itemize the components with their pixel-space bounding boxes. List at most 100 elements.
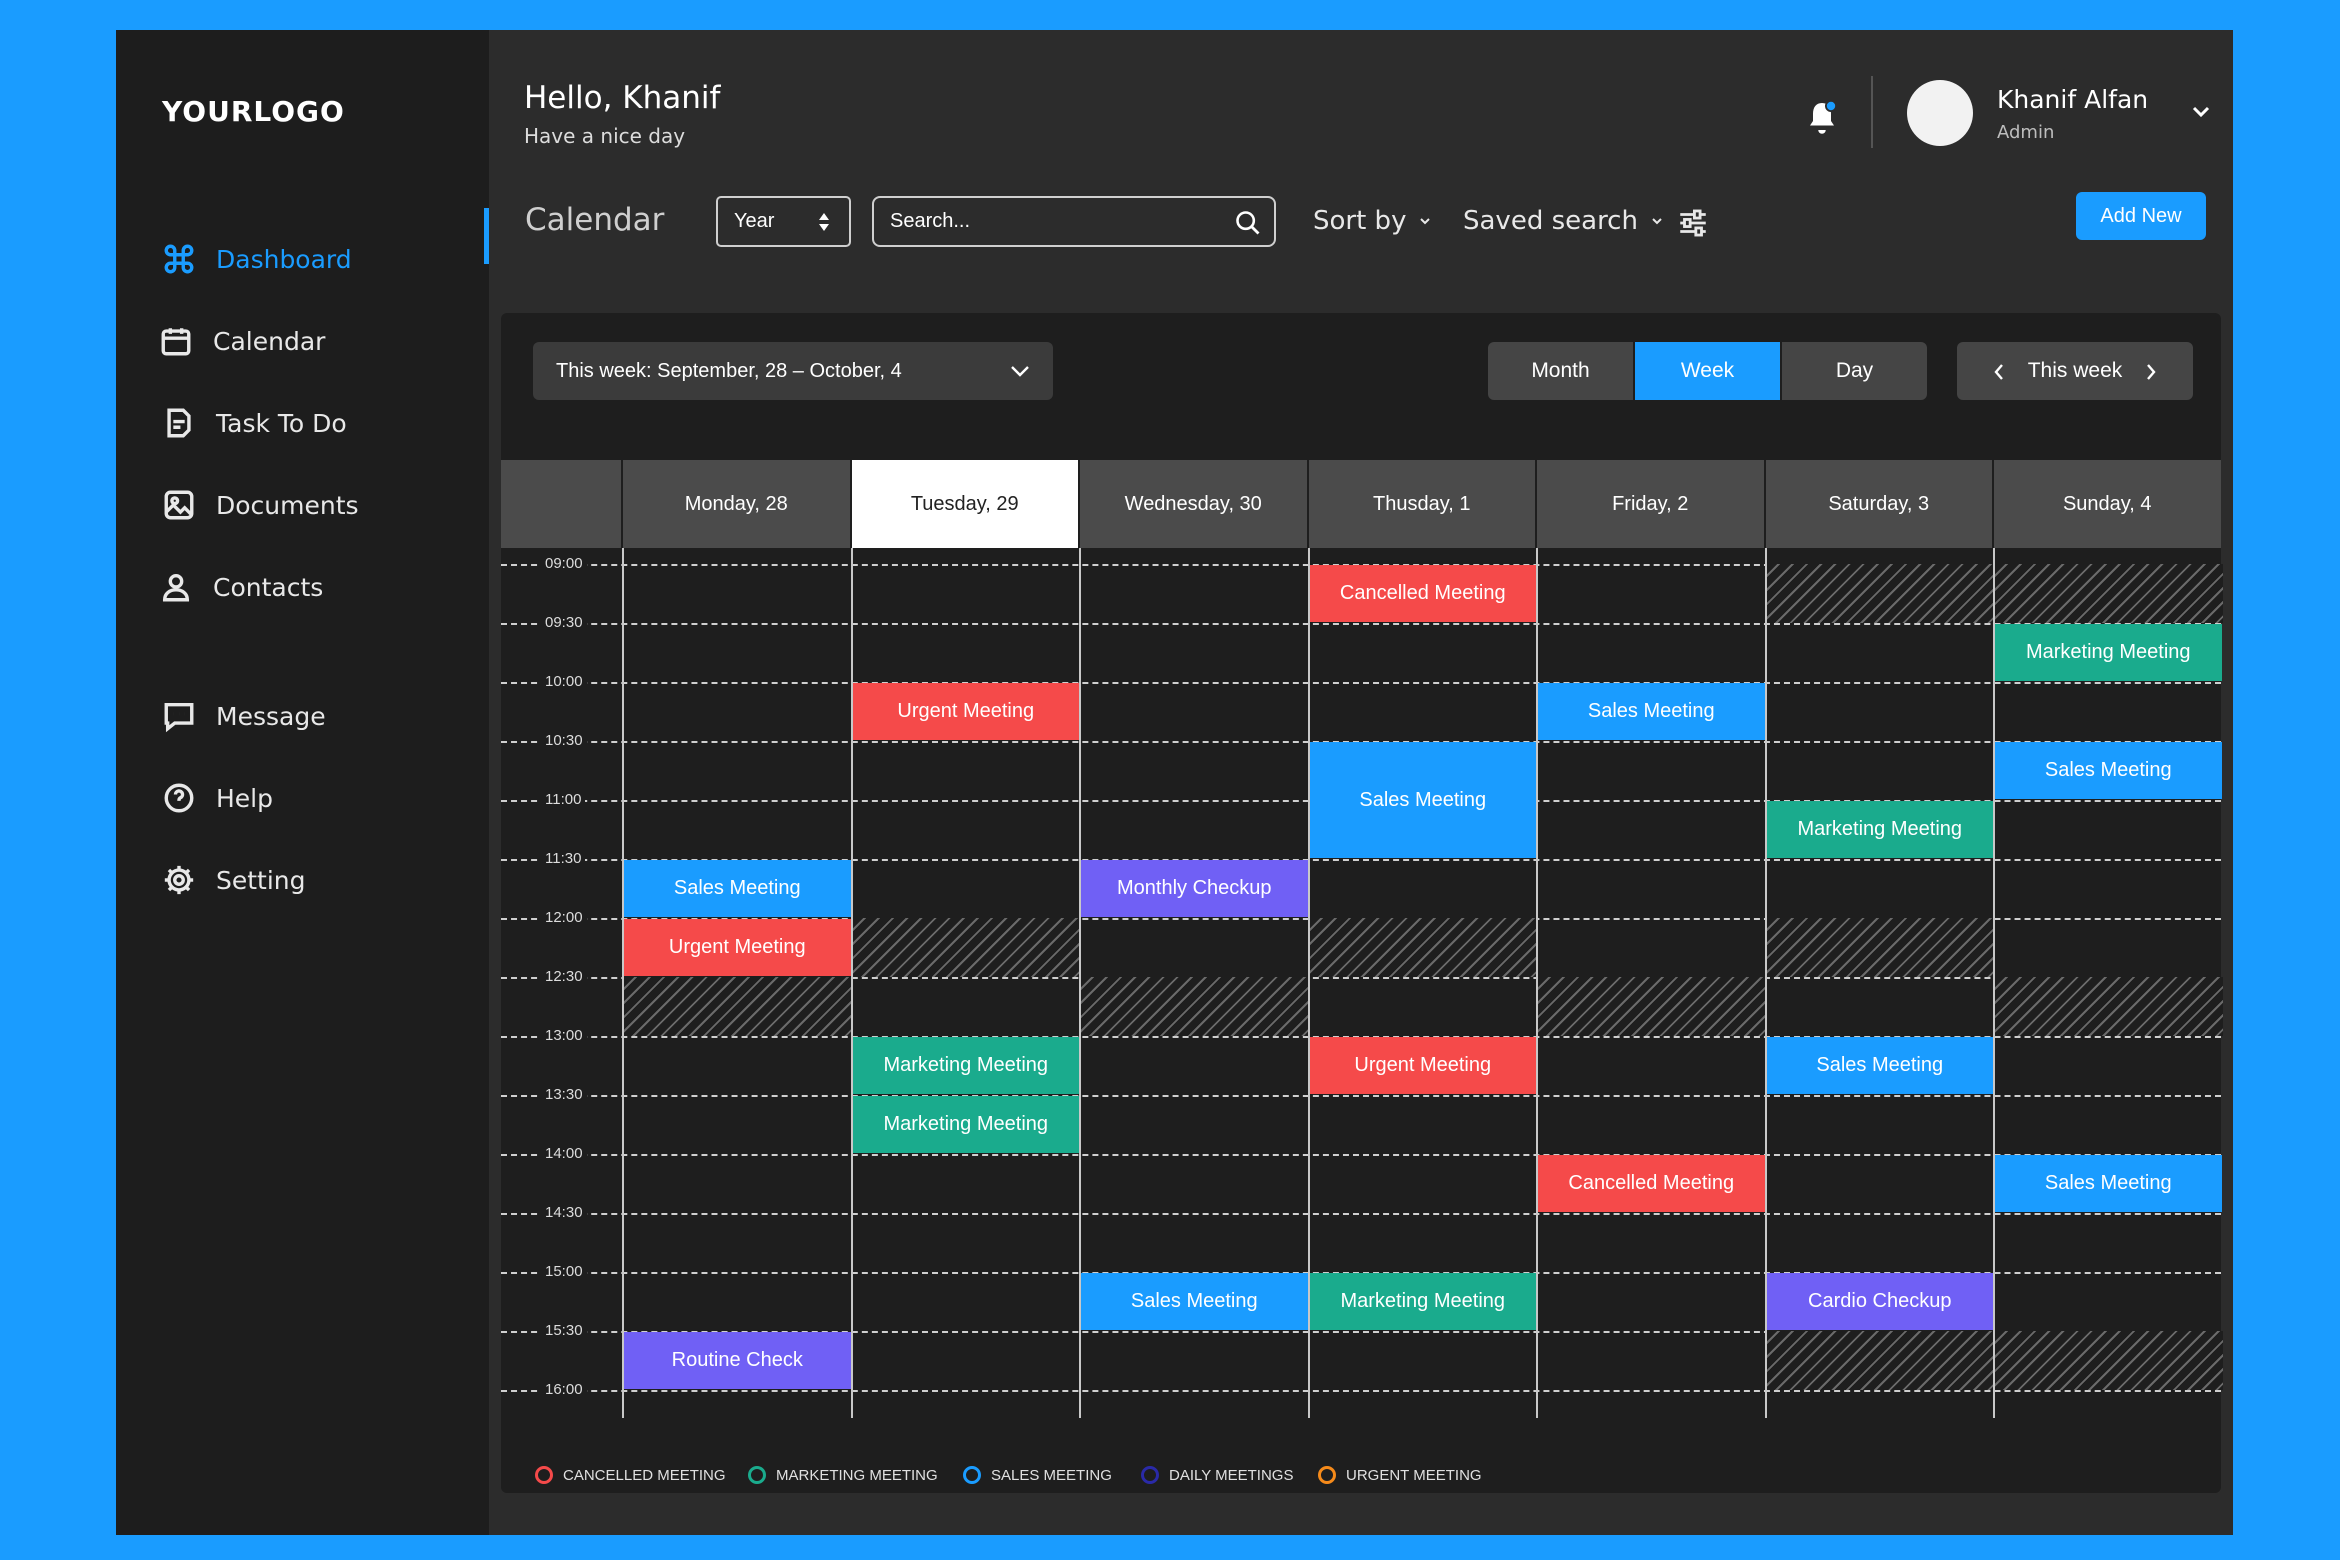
blocked-slot: [1994, 1331, 2223, 1390]
blocked-slot: [1308, 918, 1537, 977]
event-cancelled[interactable]: Cancelled Meeting: [1538, 1155, 1765, 1212]
time-label: 14:30: [541, 1204, 587, 1221]
day-header[interactable]: Thusday, 1: [1308, 460, 1535, 548]
event-sales[interactable]: Sales Meeting: [1538, 683, 1765, 740]
blocked-slot: [1080, 977, 1309, 1036]
legend-dot-icon: [963, 1466, 981, 1484]
time-label: 11:30: [541, 850, 586, 867]
event-sales[interactable]: Sales Meeting: [1309, 742, 1536, 858]
blocked-slot: [1994, 564, 2223, 623]
time-label: 15:30: [541, 1322, 587, 1339]
legend-label: URGENT MEETING: [1346, 1466, 1482, 1484]
time-gridline: [501, 623, 2221, 625]
user-name: Khanif Alfan: [1997, 85, 2149, 114]
day-divider: [1536, 548, 1538, 1418]
chevron-left-icon[interactable]: [1993, 362, 2005, 382]
chevron-right-icon[interactable]: [2145, 362, 2157, 382]
calendar-icon: [161, 328, 191, 356]
event-checkup[interactable]: Monthly Checkup: [1081, 860, 1308, 917]
sidebar-item-setting[interactable]: Setting: [162, 863, 306, 897]
time-gridline: [501, 1095, 2221, 1097]
blocked-slot: [1765, 1331, 1994, 1390]
blocked-slot: [623, 977, 852, 1036]
legend-item: DAILY MEETINGS: [1141, 1466, 1293, 1484]
day-header[interactable]: Tuesday, 29: [851, 460, 1078, 548]
legend-item: CANCELLED MEETING: [535, 1466, 726, 1484]
event-sales[interactable]: Sales Meeting: [1766, 1037, 1993, 1094]
saved-search-dropdown[interactable]: Saved search: [1463, 206, 1664, 236]
event-checkup[interactable]: Routine Check: [624, 1332, 851, 1389]
event-sales[interactable]: Sales Meeting: [1995, 1155, 2222, 1212]
gear-icon: [164, 865, 194, 895]
day-divider: [850, 548, 853, 1418]
search-input[interactable]: Search...: [872, 196, 1276, 247]
greeting: Hello, Khanif: [524, 80, 721, 116]
bell-icon[interactable]: [1804, 98, 1840, 138]
day-header[interactable]: Wednesday, 30: [1080, 460, 1307, 548]
day-header[interactable]: Friday, 2: [1537, 460, 1764, 548]
event-marketing[interactable]: Marketing Meeting: [1766, 801, 1993, 858]
event-sales[interactable]: Sales Meeting: [1995, 742, 2222, 799]
event-cancelled[interactable]: Cancelled Meeting: [1309, 565, 1536, 622]
event-urgent[interactable]: Urgent Meeting: [1309, 1037, 1536, 1094]
time-gridline: [501, 1213, 2221, 1215]
time-label: 12:30: [541, 968, 587, 985]
sort-arrows-icon: [819, 213, 829, 231]
range-select[interactable]: Year: [716, 196, 851, 247]
sidebar-item-calendar[interactable]: Calendar: [159, 324, 325, 358]
time-gridline: [501, 682, 2221, 684]
command-icon: [164, 244, 194, 274]
sidebar-item-contacts[interactable]: Contacts: [159, 570, 323, 604]
event-urgent[interactable]: Urgent Meeting: [852, 683, 1079, 740]
time-label: 09:30: [541, 614, 587, 631]
sidebar-item-label: Task To Do: [216, 408, 347, 438]
avatar[interactable]: [1907, 80, 1973, 146]
sidebar-item-label: Calendar: [213, 326, 326, 356]
event-sales[interactable]: Sales Meeting: [624, 860, 851, 917]
time-label: 09:00: [541, 555, 587, 572]
event-marketing[interactable]: Marketing Meeting: [852, 1096, 1079, 1153]
chevron-down-icon: [1420, 218, 1431, 225]
legend-item: URGENT MEETING: [1318, 1466, 1482, 1484]
add-new-button[interactable]: Add New: [2076, 192, 2206, 240]
week-grid: Monday, 28 Tuesday, 29 Wednesday, 30 Thusda…: [501, 430, 2223, 1430]
event-marketing[interactable]: Marketing Meeting: [1309, 1273, 1536, 1330]
filter-sliders-icon[interactable]: [1676, 206, 1710, 240]
week-range-value: September, 28 – October, 4: [657, 359, 902, 382]
sidebar-item-label: Contacts: [213, 572, 324, 602]
view-week-button[interactable]: Week: [1635, 342, 1780, 400]
sidebar-item-label: Documents: [216, 490, 359, 520]
view-month-button[interactable]: Month: [1488, 342, 1633, 400]
blocked-slot: [851, 918, 1080, 977]
header-divider: [1871, 76, 1873, 148]
time-label: 10:30: [541, 732, 587, 749]
sidebar-item-dashboard[interactable]: Dashboard: [162, 242, 352, 276]
sort-by-dropdown[interactable]: Sort by: [1313, 206, 1432, 236]
day-header[interactable]: Monday, 28: [623, 460, 850, 548]
chevron-down-icon[interactable]: [2189, 102, 2213, 122]
user-icon: [162, 573, 190, 602]
event-marketing[interactable]: Marketing Meeting: [1995, 624, 2222, 681]
legend-dot-icon: [1318, 1466, 1336, 1484]
sidebar-item-message[interactable]: Message: [162, 699, 326, 733]
time-label: 16:00: [541, 1381, 587, 1398]
legend-label: MARKETING MEETING: [776, 1466, 938, 1484]
event-marketing[interactable]: Marketing Meeting: [852, 1037, 1079, 1094]
sidebar-item-help[interactable]: Help: [162, 781, 273, 815]
sidebar-item-documents[interactable]: Documents: [162, 488, 359, 522]
image-icon: [164, 490, 194, 520]
sidebar-item-task-to-do[interactable]: Task To Do: [162, 406, 347, 440]
day-header[interactable]: Sunday, 4: [1994, 460, 2221, 548]
blocked-slot: [1765, 564, 1994, 623]
event-sales[interactable]: Sales Meeting: [1081, 1273, 1308, 1330]
week-range-prefix: This week:: [556, 359, 652, 382]
search-icon[interactable]: [1234, 209, 1262, 237]
saved-search-label: Saved search: [1463, 206, 1638, 236]
day-header[interactable]: Saturday, 3: [1765, 460, 1992, 548]
active-indicator: [484, 208, 489, 264]
legend-label: SALES MEETING: [991, 1466, 1112, 1484]
event-checkup[interactable]: Cardio Checkup: [1766, 1273, 1993, 1330]
view-day-button[interactable]: Day: [1782, 342, 1927, 400]
week-range-select[interactable]: This week: September, 28 – October, 4: [533, 342, 1053, 400]
event-urgent[interactable]: Urgent Meeting: [624, 919, 851, 976]
